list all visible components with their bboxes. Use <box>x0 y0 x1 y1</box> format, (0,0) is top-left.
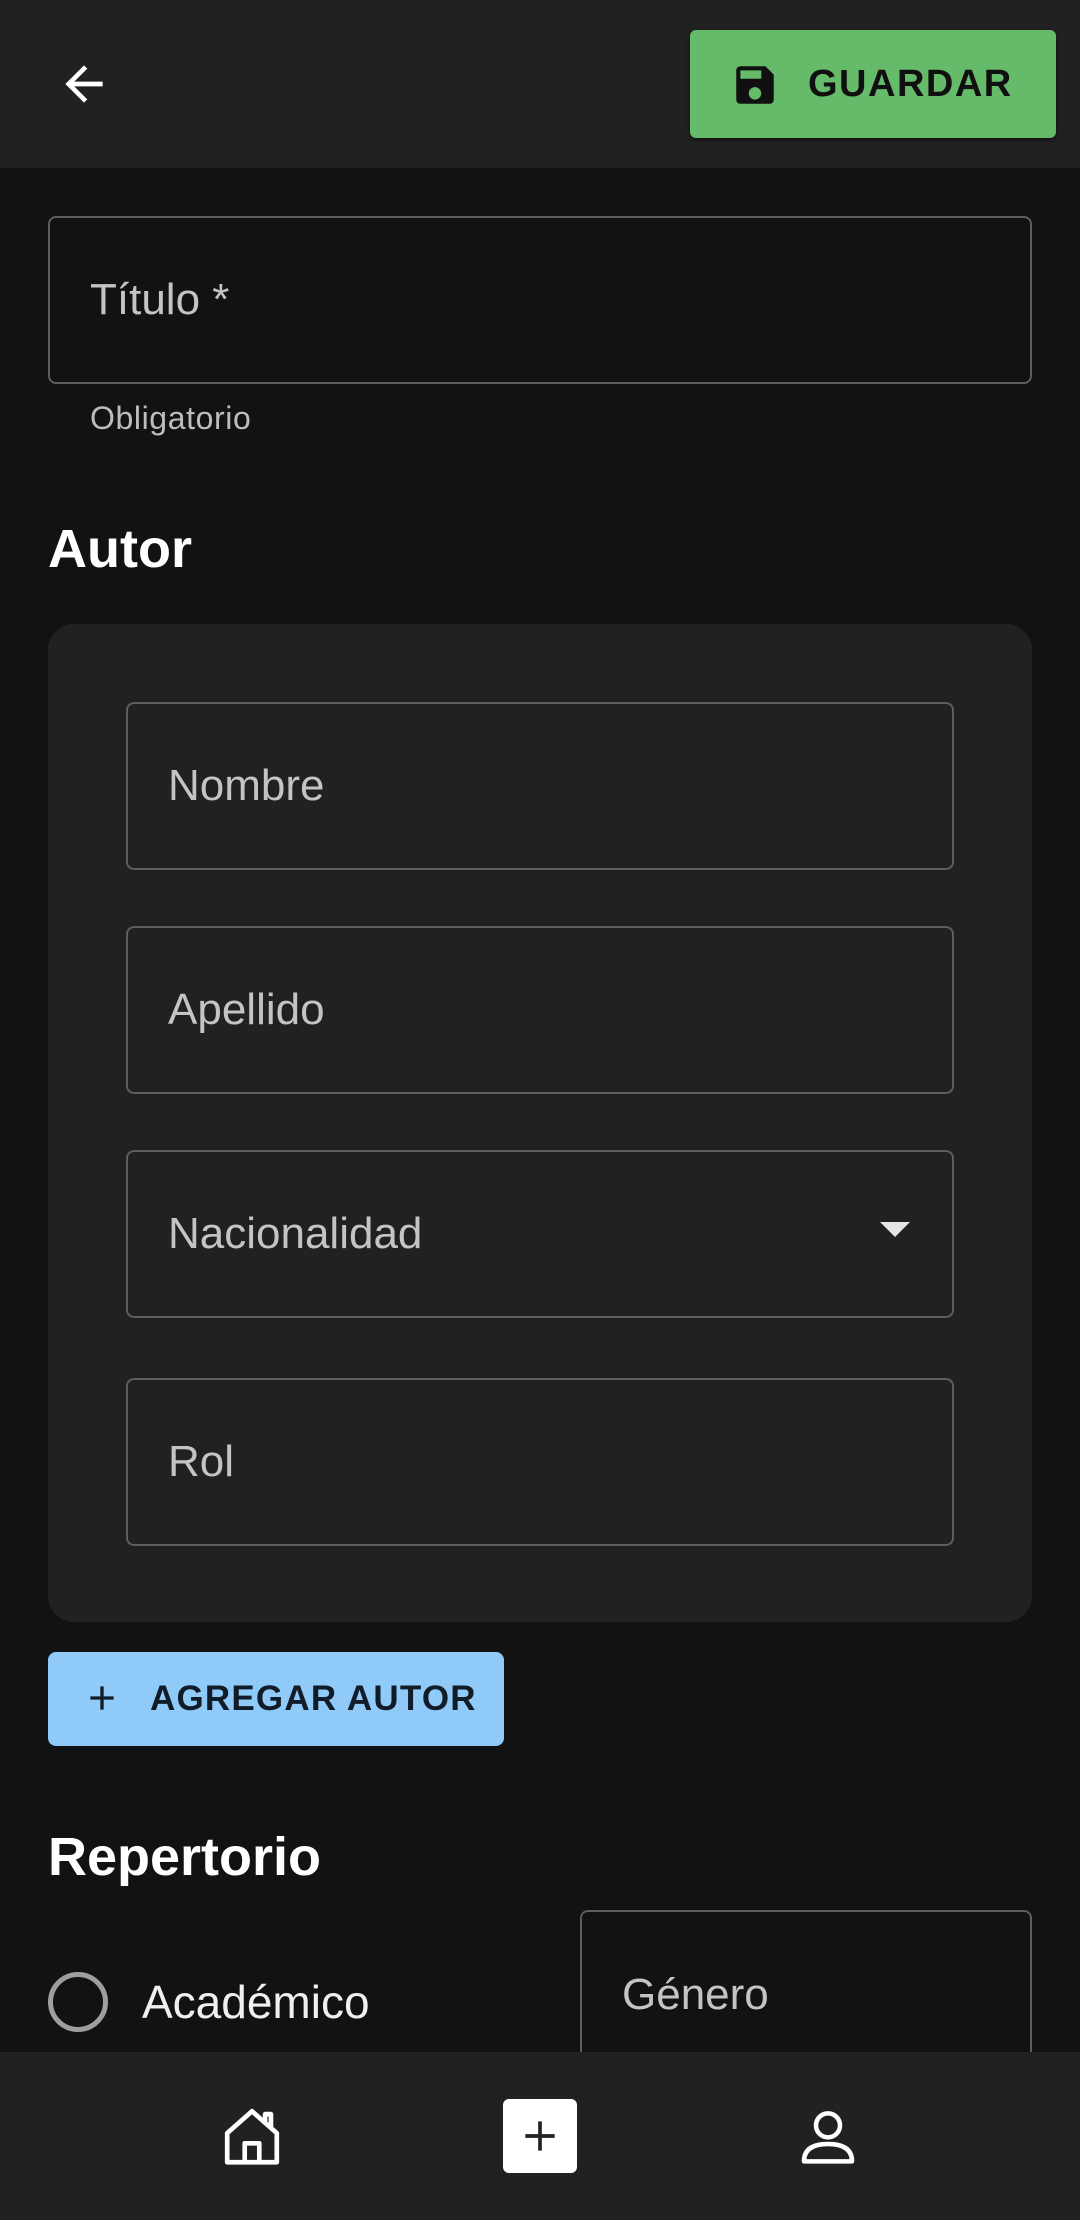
repertoire-section-heading: Repertorio <box>48 1827 322 1887</box>
author-role-placeholder: Rol <box>168 1437 235 1486</box>
author-nationality-placeholder: Nacionalidad <box>168 1209 423 1258</box>
arrow-back-icon <box>65 65 103 103</box>
author-first-name-input[interactable]: Nombre <box>126 702 954 870</box>
author-role-input[interactable]: Rol <box>126 1378 954 1546</box>
title-helper-text: Obligatorio <box>90 400 252 436</box>
home-icon <box>224 2108 280 2165</box>
add-box-icon <box>503 2099 577 2173</box>
caret-down-icon <box>880 1222 910 1237</box>
add-author-button-label: AGREGAR AUTOR <box>150 1679 477 1718</box>
nav-add[interactable] <box>490 2086 590 2186</box>
save-button-label: GUARDAR <box>808 63 1013 105</box>
author-first-name-placeholder: Nombre <box>168 761 325 810</box>
author-nationality-select[interactable]: Nacionalidad <box>126 1150 954 1318</box>
title-input-placeholder: Título * <box>90 275 230 324</box>
back-button[interactable] <box>44 44 124 124</box>
plus-icon <box>90 1686 114 1710</box>
author-last-name-placeholder: Apellido <box>168 985 325 1034</box>
add-author-button[interactable]: AGREGAR AUTOR <box>48 1652 504 1746</box>
nav-profile[interactable] <box>778 2086 878 2186</box>
floppy-disk-icon <box>736 66 774 104</box>
author-last-name-input[interactable]: Apellido <box>126 926 954 1094</box>
nav-home[interactable] <box>202 2086 302 2186</box>
top-app-bar: GUARDAR <box>0 0 1080 168</box>
title-input[interactable]: Título * <box>48 216 1032 384</box>
bottom-navigation <box>0 2052 1080 2220</box>
person-icon <box>801 2111 855 2164</box>
academic-radio-label: Académico <box>142 1976 370 2028</box>
author-card: Nombre Apellido Nacionalidad Rol <box>48 624 1032 1622</box>
save-button[interactable]: GUARDAR <box>690 30 1056 138</box>
author-section-heading: Autor <box>48 519 192 579</box>
academic-radio[interactable] <box>48 1972 108 2032</box>
